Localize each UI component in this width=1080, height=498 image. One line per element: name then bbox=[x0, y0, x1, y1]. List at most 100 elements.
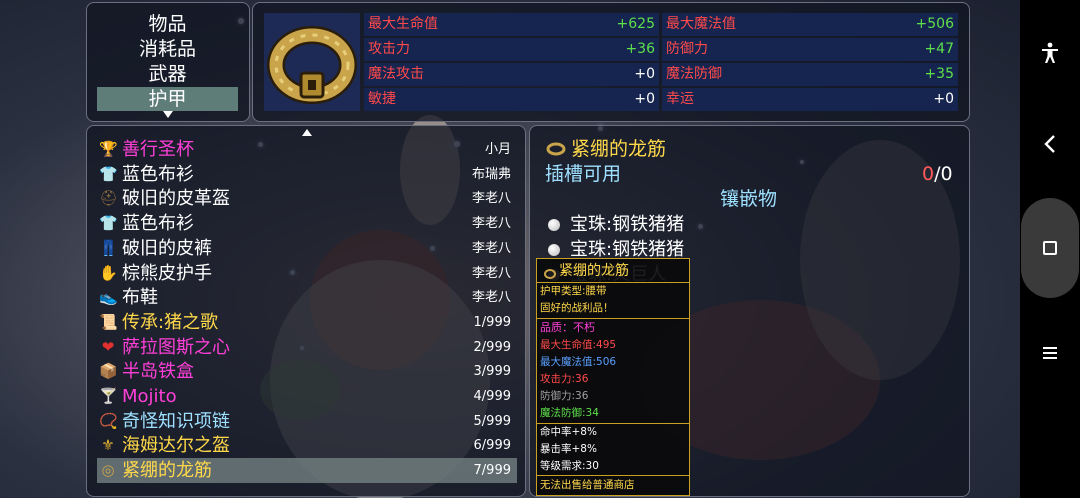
chalice-icon: 🏆 bbox=[99, 140, 118, 158]
inventory-row[interactable]: 🏆 善行圣杯 小月 bbox=[97, 137, 517, 162]
stat-label: 防御力 bbox=[666, 41, 708, 57]
box-icon: 📦 bbox=[99, 362, 118, 381]
inventory-item-name: 蓝色布衫 bbox=[122, 163, 194, 185]
scroll-up-arrow-icon[interactable] bbox=[302, 129, 312, 136]
stat-value: +0 bbox=[933, 91, 954, 107]
stat-label: 幸运 bbox=[666, 91, 694, 107]
gem-orb-icon bbox=[548, 219, 560, 231]
inventory-item-count: 1/999 bbox=[473, 314, 511, 330]
inventory-item-count: 小月 bbox=[484, 142, 511, 157]
inlay-header: 镶嵌物 bbox=[720, 188, 778, 210]
accessibility-icon[interactable] bbox=[1020, 42, 1080, 69]
stat-label: 最大魔法值 bbox=[666, 16, 736, 32]
stat-label: 攻击力 bbox=[368, 41, 410, 57]
stat-value: +0 bbox=[634, 91, 655, 107]
inventory-item-count: 李老八 bbox=[471, 216, 511, 232]
inventory-item-count: 6/999 bbox=[473, 438, 511, 454]
category-consumables[interactable]: 消耗品 bbox=[97, 37, 238, 61]
stat-right-0: 最大魔法值 +506 bbox=[662, 13, 958, 36]
shoe-icon: 👟 bbox=[99, 288, 118, 307]
socket-count: 0/0 bbox=[922, 161, 953, 187]
inventory-item-count: 7/999 bbox=[473, 463, 511, 479]
inventory-item-name: 半岛铁盒 bbox=[122, 361, 194, 383]
inventory-item-count: 2/999 bbox=[473, 339, 511, 355]
inventory-row[interactable]: 🍸 Mojito 4/999 bbox=[97, 384, 517, 409]
tooltip-desc: 固好的战利品！ bbox=[540, 302, 614, 314]
stat-value: +47 bbox=[924, 41, 954, 57]
inventory-row[interactable]: 👕 蓝色布衫 布瑞弗 bbox=[97, 162, 517, 187]
inventory-row[interactable]: ❤ 萨拉图斯之心 2/999 bbox=[97, 335, 517, 360]
stat-label: 最大生命值 bbox=[368, 16, 438, 32]
inventory-row[interactable]: ⚜ 海姆达尔之盔 6/999 bbox=[97, 433, 517, 458]
gem-orb-icon bbox=[548, 244, 560, 256]
tooltip-extra: 命中率+8% bbox=[540, 426, 597, 438]
belt-icon: ◎ bbox=[101, 461, 115, 480]
tooltip-stat: 最大生命值:495 bbox=[540, 339, 617, 351]
stat-right-3: 幸运 +0 bbox=[662, 88, 958, 111]
heart-icon: ❤ bbox=[101, 337, 115, 356]
inventory-item-count: 李老八 bbox=[471, 191, 511, 207]
tooltip-stat: 防御力:36 bbox=[540, 390, 589, 402]
category-weapons[interactable]: 武器 bbox=[97, 62, 238, 86]
inventory-item-name: 奇怪知识项链 bbox=[122, 410, 230, 432]
tooltip-note: 无法出售给普通商店 bbox=[540, 479, 635, 491]
tooltip-stat: 攻击力:36 bbox=[540, 373, 589, 385]
shirt-icon: 👕 bbox=[99, 164, 118, 183]
inventory-row[interactable]: ✋ 棕熊皮护手 李老八 bbox=[97, 261, 517, 286]
stat-value: +35 bbox=[924, 66, 954, 82]
scroll-down-arrow-icon[interactable] bbox=[163, 111, 173, 118]
stat-left-1: 攻击力 +36 bbox=[364, 38, 659, 61]
socket-label: 插槽可用 bbox=[545, 163, 622, 185]
category-armor[interactable]: 护甲 bbox=[97, 87, 238, 111]
inventory-item-name: Mojito bbox=[122, 386, 177, 407]
inventory-row[interactable]: 👟 布鞋 李老八 bbox=[97, 285, 517, 310]
inventory-item-name: 萨拉图斯之心 bbox=[122, 336, 230, 358]
inventory-item-count: 布瑞弗 bbox=[471, 166, 511, 182]
inventory-row[interactable]: 📜 传承:猪之歌 1/999 bbox=[97, 310, 517, 335]
detail-title: 紧绷的龙筋 bbox=[571, 138, 667, 160]
back-icon[interactable] bbox=[1020, 134, 1080, 159]
tooltip-title: 紧绷的龙筋 bbox=[559, 263, 629, 279]
tooltip-stat: 魔法防御:34 bbox=[540, 407, 599, 419]
stat-value: +506 bbox=[915, 16, 954, 32]
inventory-row[interactable]: 👕 蓝色布衫 李老八 bbox=[97, 211, 517, 236]
inventory-item-count: 3/999 bbox=[473, 364, 511, 380]
gem-name: 宝珠:钢铁猪猪 bbox=[570, 214, 685, 235]
home-icon[interactable] bbox=[1043, 241, 1057, 255]
stat-label: 魔法攻击 bbox=[368, 66, 424, 82]
inventory-item-name: 破旧的皮革盔 bbox=[122, 188, 230, 210]
category-items[interactable]: 物品 bbox=[97, 12, 238, 36]
inventory-item-count: 5/999 bbox=[473, 413, 511, 429]
tooltip-extra: 等级需求:30 bbox=[540, 460, 599, 472]
stat-value: +0 bbox=[634, 66, 655, 82]
item-tooltip: 紧绷的龙筋 护甲类型:腰带 固好的战利品！ 品质：不朽 最大生命值:495 最大魔… bbox=[536, 258, 690, 496]
tooltip-quality: 品质：不朽 bbox=[540, 321, 595, 334]
inventory-item-name: 传承:猪之歌 bbox=[122, 311, 219, 333]
inventory-row[interactable]: 📿 奇怪知识项链 5/999 bbox=[97, 409, 517, 434]
inventory-item-count: 李老八 bbox=[471, 240, 511, 256]
socket-total: /0 bbox=[934, 163, 953, 185]
necklace-icon: 📿 bbox=[99, 411, 118, 430]
stat-right-1: 防御力 +47 bbox=[662, 38, 958, 61]
stat-left-2: 魔法攻击 +0 bbox=[364, 63, 659, 86]
inventory-row[interactable]: ◎ 紧绷的龙筋 7/999 bbox=[97, 458, 517, 484]
inventory-row[interactable]: 👖 破旧的皮裤 李老八 bbox=[97, 236, 517, 261]
socket-used: 0 bbox=[922, 163, 935, 185]
shirt-icon: 👕 bbox=[99, 214, 118, 233]
gem-slot[interactable]: 宝珠:钢铁猪猪 bbox=[548, 212, 848, 237]
stat-left-0: 最大生命值 +625 bbox=[364, 13, 659, 36]
inventory-item-name: 紧绷的龙筋 bbox=[122, 460, 212, 482]
inventory-row[interactable]: ⛑ 破旧的皮革盔 李老八 bbox=[97, 186, 517, 211]
stat-label: 敏捷 bbox=[368, 91, 396, 107]
inventory-item-count: 李老八 bbox=[471, 290, 511, 306]
equipment-preview bbox=[264, 13, 360, 111]
inventory-item-name: 棕熊皮护手 bbox=[122, 262, 212, 284]
tooltip-extra: 暴击率+8% bbox=[540, 443, 597, 455]
menu-icon[interactable] bbox=[1020, 342, 1080, 366]
stat-value: +625 bbox=[616, 16, 655, 32]
inventory-item-name: 蓝色布衫 bbox=[122, 213, 194, 235]
scroll-icon: 📜 bbox=[99, 312, 118, 331]
inventory-item-name: 善行圣杯 bbox=[122, 139, 194, 160]
gauntlet-icon: ✋ bbox=[99, 263, 118, 282]
inventory-row[interactable]: 📦 半岛铁盒 3/999 bbox=[97, 359, 517, 384]
